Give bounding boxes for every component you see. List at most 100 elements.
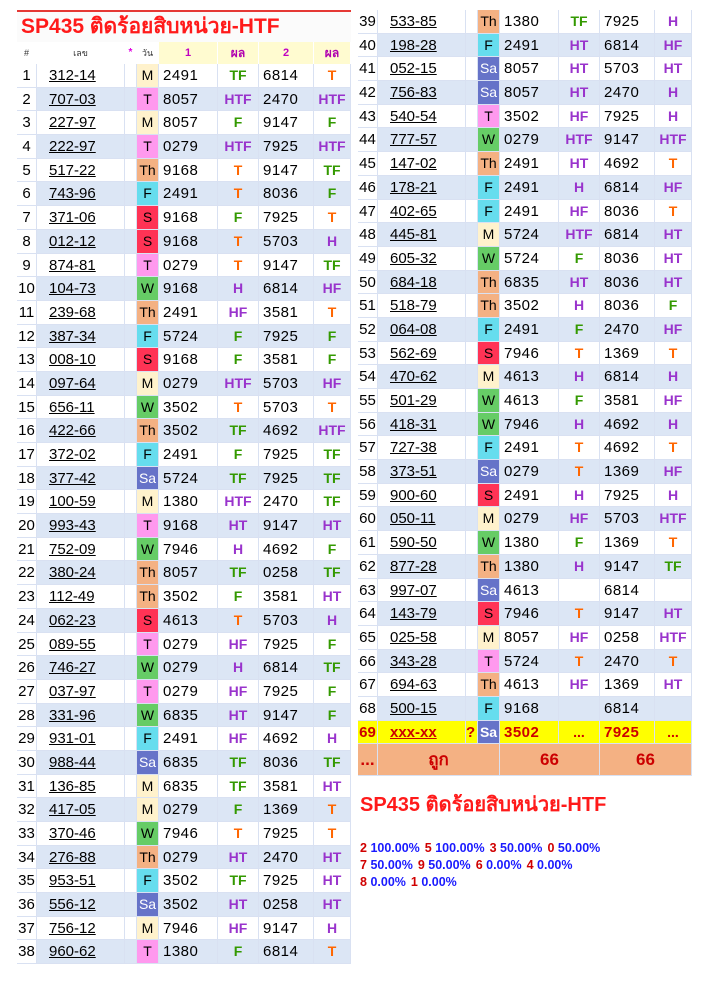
cell-num[interactable]: 370-46 <box>37 822 125 846</box>
cell-num[interactable]: 417-05 <box>37 798 125 822</box>
cell-num[interactable]: 143-79 <box>378 602 466 626</box>
cell-num[interactable]: 402-65 <box>378 199 466 224</box>
cell-q <box>125 703 137 728</box>
cell-num[interactable]: 605-32 <box>378 246 466 271</box>
cell-num[interactable]: 590-50 <box>378 531 466 555</box>
cell-num[interactable]: 052-15 <box>378 57 466 82</box>
cell-day: Th <box>478 152 500 176</box>
cell-num[interactable]: 227-97 <box>37 111 125 136</box>
cell-num[interactable]: 877-28 <box>378 554 466 579</box>
cell-num[interactable]: 540-54 <box>378 104 466 129</box>
cell-q <box>125 443 137 467</box>
cell-num[interactable]: 752-09 <box>37 537 125 562</box>
cell-num[interactable]: 377-42 <box>37 466 125 491</box>
cell-num[interactable]: 997-07 <box>378 578 466 603</box>
cell-num[interactable]: 743-96 <box>37 182 125 207</box>
cell-num[interactable]: 312-14 <box>37 64 125 88</box>
cell-num[interactable]: 756-12 <box>37 916 125 941</box>
cell-num[interactable]: 746-27 <box>37 656 125 680</box>
cell-n1: 0279 <box>159 845 218 870</box>
table-row: 56 418-31 W 7946 H 4692 H <box>358 412 693 437</box>
cell-q <box>466 412 478 437</box>
cell-num[interactable]: 100-59 <box>37 490 125 515</box>
cell-num[interactable]: 900-60 <box>378 483 466 508</box>
cell-num[interactable]: 380-24 <box>37 561 125 586</box>
cell-no: 47 <box>358 199 378 224</box>
cell-num[interactable]: 097-64 <box>37 371 125 396</box>
cell-num[interactable]: 104-73 <box>37 277 125 301</box>
cell-r1: H <box>218 537 259 562</box>
cell-num[interactable]: 050-11 <box>378 507 466 532</box>
cell-num[interactable]: 500-15 <box>378 696 466 721</box>
cell-num[interactable]: 198-28 <box>378 33 466 58</box>
cell-r2: F <box>314 182 351 207</box>
cell-num[interactable]: 387-34 <box>37 324 125 349</box>
cell-num[interactable]: 756-83 <box>378 81 466 105</box>
table-row: 21 752-09 W 7946 H 4692 F <box>17 537 351 562</box>
cell-r2: TF <box>314 253 351 278</box>
cell-num[interactable]: 960-62 <box>37 940 125 965</box>
cell-num[interactable]: 064-08 <box>378 317 466 342</box>
cell-q <box>466 270 478 295</box>
cell-num[interactable]: 445-81 <box>378 223 466 247</box>
cell-num[interactable]: 343-28 <box>378 649 466 674</box>
cell-num[interactable]: 136-85 <box>37 774 125 799</box>
cell-r2: T <box>655 341 692 366</box>
cell-num[interactable]: 239-68 <box>37 300 125 325</box>
cell-num[interactable]: 112-49 <box>37 585 125 609</box>
cell-num[interactable]: 953-51 <box>37 869 125 894</box>
cell-num[interactable]: 707-03 <box>37 87 125 112</box>
cell-r2: F <box>314 324 351 349</box>
cell-n1: 8057 <box>159 561 218 586</box>
cell-num[interactable]: 331-96 <box>37 703 125 728</box>
cell-no: 43 <box>358 104 378 129</box>
cell-num[interactable]: 874-81 <box>37 253 125 278</box>
cell-day: S <box>478 341 500 366</box>
cell-num[interactable]: 008-10 <box>37 348 125 372</box>
cell-num[interactable]: 418-31 <box>378 412 466 437</box>
cell-num[interactable]: 089-55 <box>37 632 125 657</box>
cell-q <box>125 277 137 301</box>
cell-num[interactable]: 988-44 <box>37 750 125 775</box>
cell-num[interactable]: 931-01 <box>37 727 125 751</box>
cell-r2: F <box>314 679 351 704</box>
cell-r2: HT <box>655 223 692 247</box>
cell-num[interactable]: 517-22 <box>37 158 125 183</box>
cell-num[interactable]: 373-51 <box>378 460 466 484</box>
cell-num[interactable]: 656-11 <box>37 395 125 420</box>
cell-num[interactable]: 422-66 <box>37 419 125 443</box>
cell-num[interactable]: 501-29 <box>378 389 466 413</box>
cell-num[interactable]: 025-58 <box>378 625 466 650</box>
cell-r1: HF <box>559 673 600 697</box>
cell-num[interactable]: 993-43 <box>37 514 125 538</box>
cell-num[interactable]: 012-12 <box>37 229 125 254</box>
cell-num[interactable]: 178-21 <box>378 175 466 200</box>
cell-r2: HF <box>314 277 351 301</box>
cell-n2: 9147 <box>259 514 314 538</box>
cell-num[interactable]: 372-02 <box>37 443 125 467</box>
cell-num[interactable]: 147-02 <box>378 152 466 176</box>
cell-no: 7 <box>17 206 37 230</box>
cell-num[interactable]: 562-69 <box>378 341 466 366</box>
cell-r2: HT <box>655 673 692 697</box>
table-row: 46 178-21 F 2491 H 6814 HF <box>358 175 693 200</box>
cell-n2: 9147 <box>259 158 314 183</box>
cell-num[interactable]: 694-63 <box>378 673 466 697</box>
cell-num[interactable]: 777-57 <box>378 128 466 153</box>
cell-num[interactable]: 371-06 <box>37 206 125 230</box>
cell-num[interactable]: 276-88 <box>37 845 125 870</box>
cell-no: 69 <box>358 720 378 745</box>
cell-num[interactable]: 556-12 <box>37 893 125 917</box>
cell-num[interactable]: 727-38 <box>378 436 466 461</box>
stat-digit: 5 <box>424 841 432 856</box>
cell-num[interactable]: 684-18 <box>378 270 466 295</box>
cell-num[interactable]: 470-62 <box>378 365 466 389</box>
cell-num[interactable]: 062-23 <box>37 608 125 633</box>
cell-no: 41 <box>358 57 378 82</box>
total-hits1: 66 <box>500 744 600 777</box>
cell-num[interactable]: 533-85 <box>378 10 466 34</box>
cell-num[interactable]: 222-97 <box>37 135 125 159</box>
cell-q <box>466 531 478 555</box>
cell-num[interactable]: 037-97 <box>37 679 125 704</box>
cell-num[interactable]: 518-79 <box>378 294 466 318</box>
